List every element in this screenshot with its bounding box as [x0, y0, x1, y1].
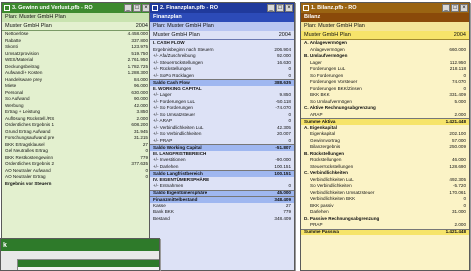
table-row[interactable]: +/- PRAP 0	[150, 138, 294, 145]
table-row[interactable]: +/- Entnahmen 0	[150, 183, 294, 190]
row-value[interactable]: 0	[269, 183, 291, 190]
row-value[interactable]: 100.151	[269, 164, 291, 171]
guv-company: Muster GmbH Plan	[5, 23, 52, 29]
minimize-button[interactable]: _	[442, 4, 450, 12]
guv-company-row: Muster GmbH Plan 2004	[2, 22, 151, 31]
finanz-window[interactable]: 2. Finanzplan.pfb - RO _ □ × Finanzplan …	[149, 2, 295, 271]
row-label: +/- SoPo Rücklagen	[153, 72, 194, 78]
row-value[interactable]: -51.807	[269, 145, 291, 151]
guv-plan-label: Plan: Muster GmbH Plan	[2, 13, 151, 22]
maximize-button[interactable]: □	[276, 4, 284, 12]
maximize-button[interactable]: □	[451, 4, 459, 12]
nested-window-titlebar[interactable]	[18, 260, 159, 267]
row-label: Bestand	[153, 215, 170, 221]
row-value[interactable]: 45.000	[269, 190, 291, 196]
background-window-title: k	[3, 241, 7, 249]
finanz-table: I. CASH FLOW Ergebnisbeginn nach Steuern 2…	[150, 40, 294, 222]
row-value[interactable]: 348.409	[269, 216, 291, 223]
bilanz-table: A. Anlagevermögen Anlagevermögen 660.000 B.…	[301, 40, 469, 235]
row-value[interactable]: 250.009	[444, 144, 466, 151]
row-value[interactable]: 100.151	[269, 171, 291, 177]
row-label: PRAP	[310, 222, 323, 227]
background-window[interactable]: k	[0, 238, 160, 271]
row-value[interactable]: 5.000	[444, 99, 467, 106]
table-row[interactable]: PRAP 2.000	[301, 222, 469, 229]
row-value[interactable]: 388.635	[269, 80, 291, 86]
bilanz-window-title: 1. Bilanz.pfb - RO	[311, 5, 357, 11]
maximize-button[interactable]: □	[133, 4, 141, 12]
finanz-company-row: Muster GmbH Plan 2004	[150, 31, 294, 40]
bilanz-plan-label: Plan: Muster GmbH Plan	[301, 22, 469, 31]
finanz-plan-label: Plan: Muster GmbH Plan	[150, 22, 294, 31]
table-row[interactable]: Summe Passiva 1.421.448	[301, 228, 469, 235]
finanz-header: Finanzplan	[150, 13, 294, 22]
bilanz-year: 2004	[453, 32, 466, 38]
row-label: Summe Passiva	[304, 229, 339, 234]
row-value[interactable]: 2.000	[444, 222, 467, 229]
finanz-company: Muster GmbH Plan	[153, 32, 200, 38]
row-value[interactable]: 2.000	[444, 112, 467, 119]
bilanz-titlebar[interactable]: 1. Bilanz.pfb - RO _ □ ×	[301, 3, 469, 13]
nested-window[interactable]	[17, 259, 159, 270]
row-value[interactable]: 0	[269, 138, 291, 145]
minimize-button[interactable]: _	[124, 4, 132, 12]
table-row[interactable]: Ergebnis vor Steuern	[2, 181, 151, 188]
guv-window[interactable]: 3. Gewinn und Verlust.pfb - RO _ □ × Pla…	[1, 2, 152, 271]
row-value[interactable]: 31.000	[444, 209, 466, 216]
finanz-year: 2004	[278, 32, 291, 38]
minimize-button[interactable]: _	[267, 4, 275, 12]
table-row[interactable]: +/- SoPo Rücklagen 0	[150, 73, 294, 80]
guv-year: 2004	[135, 23, 148, 29]
table-row[interactable]: +/- Darlehen 100.151	[150, 164, 294, 171]
row-value[interactable]: 0	[126, 174, 148, 181]
row-label: Saldo Eigentümersphäre	[153, 190, 208, 195]
finanz-window-title: 2. Finanzplan.pfb - RO	[160, 5, 219, 11]
close-button[interactable]: ×	[285, 4, 293, 12]
guv-table: Nettoerlöse 4.458.000 Rabatte 337.800 Skonti…	[2, 31, 151, 187]
row-value[interactable]: 1.421.448	[444, 229, 466, 235]
table-row[interactable]: Bestand 348.409	[150, 216, 294, 223]
bilanz-header: Bilanz	[301, 13, 469, 22]
app-icon	[152, 5, 158, 11]
app-icon	[303, 5, 309, 11]
background-window-titlebar[interactable]: k	[1, 239, 159, 251]
finanz-titlebar[interactable]: 2. Finanzplan.pfb - RO _ □ ×	[150, 3, 294, 13]
row-label: +/- PRAP	[153, 137, 173, 143]
row-label: +/- Darlehen	[153, 163, 179, 169]
table-row[interactable]: Saldo Eigentümersphäre 45.000	[150, 189, 294, 196]
bilanz-company-row: Muster GmbH Plan 2004	[301, 31, 469, 40]
row-value[interactable]: 1.421.448	[444, 119, 466, 125]
app-icon	[4, 5, 10, 11]
row-value[interactable]: 128.690	[444, 164, 466, 171]
row-value[interactable]: 0	[269, 73, 291, 80]
bilanz-company: Muster GmbH Plan	[304, 32, 351, 38]
row-label: +/- Entnahmen	[153, 183, 184, 188]
close-button[interactable]: ×	[460, 4, 468, 12]
bilanz-window[interactable]: 1. Bilanz.pfb - RO _ □ × Bilanz Plan: Mu…	[300, 2, 470, 271]
table-row[interactable]: ARAP 2.000	[301, 112, 469, 119]
guv-titlebar[interactable]: 3. Gewinn und Verlust.pfb - RO _ □ ×	[2, 3, 151, 13]
guv-window-title: 3. Gewinn und Verlust.pfb - RO	[12, 5, 93, 11]
row-label: Ergebnis vor Steuern	[5, 180, 52, 186]
row-label: ARAP	[310, 111, 323, 117]
row-value[interactable]: 660.000	[444, 47, 466, 54]
